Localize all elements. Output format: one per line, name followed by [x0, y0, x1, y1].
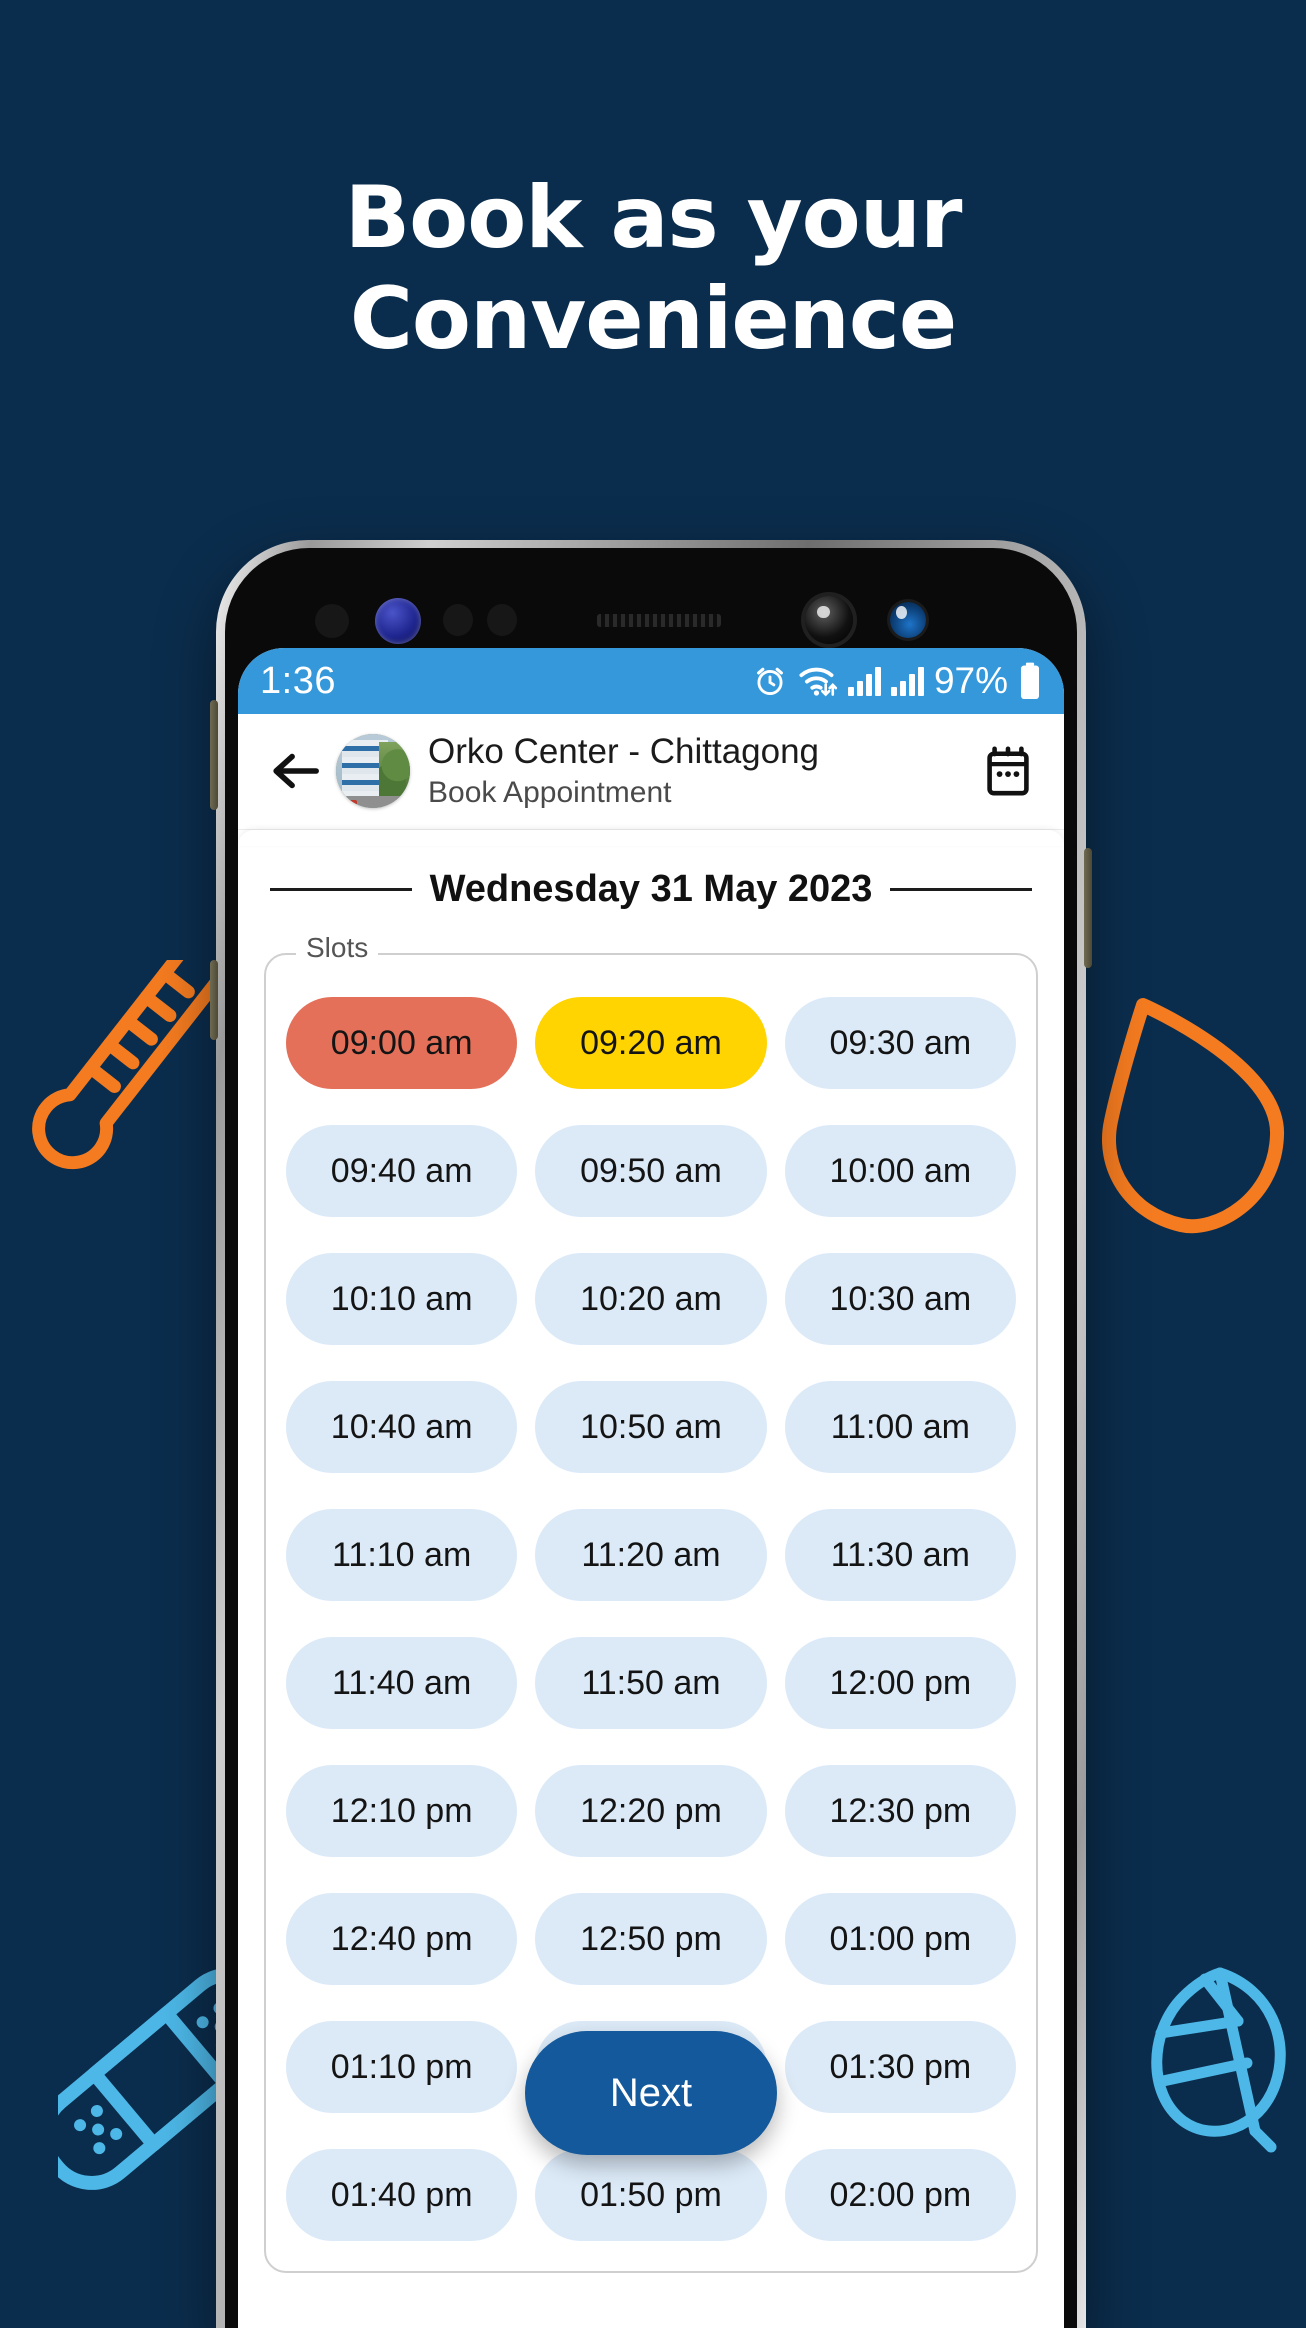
slot-chip[interactable]: 02:00 pm	[784, 2149, 1016, 2242]
wifi-icon	[799, 667, 838, 697]
promo-graphic: Book as your Convenience 1:36 97% Orko C…	[0, 0, 1306, 2328]
slot-chip[interactable]: 12:10 pm	[286, 1765, 518, 1858]
slot-chip[interactable]: 01:10 pm	[286, 2021, 518, 2114]
calendar-icon	[987, 746, 1029, 796]
water-droplet-icon	[1102, 998, 1285, 1234]
front-camera-icon	[805, 596, 853, 644]
slot-chip[interactable]: 09:40 am	[286, 1125, 518, 1218]
slot-chip[interactable]: 12:20 pm	[535, 1765, 767, 1858]
slot-chip[interactable]: 12:50 pm	[535, 1893, 767, 1986]
phone-screen: 1:36 97% Orko Center - Chittagong Book A…	[238, 648, 1064, 2328]
app-header: Orko Center - Chittagong Book Appointmen…	[238, 714, 1064, 831]
slot-chip[interactable]: 09:50 am	[535, 1125, 767, 1218]
slot-chip[interactable]: 10:20 am	[535, 1253, 767, 1346]
bixby-button[interactable]	[210, 960, 218, 1040]
divider-right	[890, 888, 1033, 892]
slot-chip[interactable]: 10:50 am	[535, 1381, 767, 1474]
slot-chip[interactable]: 01:30 pm	[784, 2021, 1016, 2114]
slot-chip[interactable]: 11:30 am	[784, 1509, 1016, 1602]
slot-chip[interactable]: 11:50 am	[535, 1637, 767, 1730]
slot-chip[interactable]: 01:40 pm	[286, 2149, 518, 2242]
leaf-icon	[1151, 1967, 1286, 2153]
signal-icon	[847, 666, 881, 696]
earpiece-speaker-icon	[597, 614, 721, 627]
proximity-sensor-icon	[315, 604, 349, 638]
iris-scanner-icon	[375, 598, 421, 644]
status-time: 1:36	[260, 659, 336, 702]
date-header: Wednesday 31 May 2023	[238, 844, 1064, 919]
page-title: Book as your Convenience	[0, 168, 1306, 369]
booking-content: Wednesday 31 May 2023 Slots 09:00 am 09:2…	[238, 830, 1064, 2274]
phone-mockup: 1:36 97% Orko Center - Chittagong Book A…	[210, 540, 1092, 2328]
slot-chip[interactable]: 12:00 pm	[784, 1637, 1016, 1730]
avatar	[336, 733, 410, 808]
slot-chip[interactable]: 09:20 am	[535, 997, 767, 1090]
slot-chip[interactable]: 10:10 am	[286, 1253, 518, 1346]
card-top-edge	[238, 830, 1064, 847]
slot-chip[interactable]: 11:10 am	[286, 1509, 518, 1602]
slots-legend: Slots	[296, 934, 379, 963]
slot-chip[interactable]: 10:30 am	[784, 1253, 1016, 1346]
clinic-name: Orko Center - Chittagong	[428, 732, 820, 771]
signal-icon	[890, 666, 924, 696]
power-button[interactable]	[1084, 848, 1092, 968]
slot-chip[interactable]: 01:50 pm	[535, 2149, 767, 2242]
slot-chip[interactable]: 11:20 am	[535, 1509, 767, 1602]
status-bar: 1:36 97%	[238, 648, 1064, 714]
back-arrow-icon	[273, 753, 319, 788]
headline-line-1: Book as your	[344, 168, 963, 268]
secondary-camera-icon	[890, 602, 926, 638]
calendar-button[interactable]	[978, 740, 1038, 802]
headline-line-2: Convenience	[349, 268, 957, 369]
light-sensor-icon	[443, 604, 473, 636]
back-button[interactable]	[264, 740, 326, 802]
slot-chip[interactable]: 11:00 am	[784, 1381, 1016, 1474]
slot-chip[interactable]: 09:00 am	[286, 997, 518, 1090]
next-button[interactable]: Next	[525, 2031, 777, 2156]
screen-subtitle: Book Appointment	[428, 776, 672, 810]
selected-date: Wednesday 31 May 2023	[429, 868, 873, 911]
battery-percent: 97%	[933, 660, 1008, 701]
slot-chip[interactable]: 09:30 am	[784, 997, 1016, 1090]
volume-button[interactable]	[210, 700, 218, 810]
slot-chip[interactable]: 01:00 pm	[784, 1893, 1016, 1986]
slot-chip[interactable]: 10:00 am	[784, 1125, 1016, 1218]
slot-chip[interactable]: 10:40 am	[286, 1381, 518, 1474]
sensor-icon	[487, 604, 517, 636]
slot-chip[interactable]: 11:40 am	[286, 1637, 518, 1730]
slot-chip[interactable]: 12:40 pm	[286, 1893, 518, 1986]
slot-chip[interactable]: 12:30 pm	[784, 1765, 1016, 1858]
alarm-icon	[756, 667, 783, 696]
divider-left	[270, 888, 412, 892]
battery-icon	[1020, 662, 1040, 700]
